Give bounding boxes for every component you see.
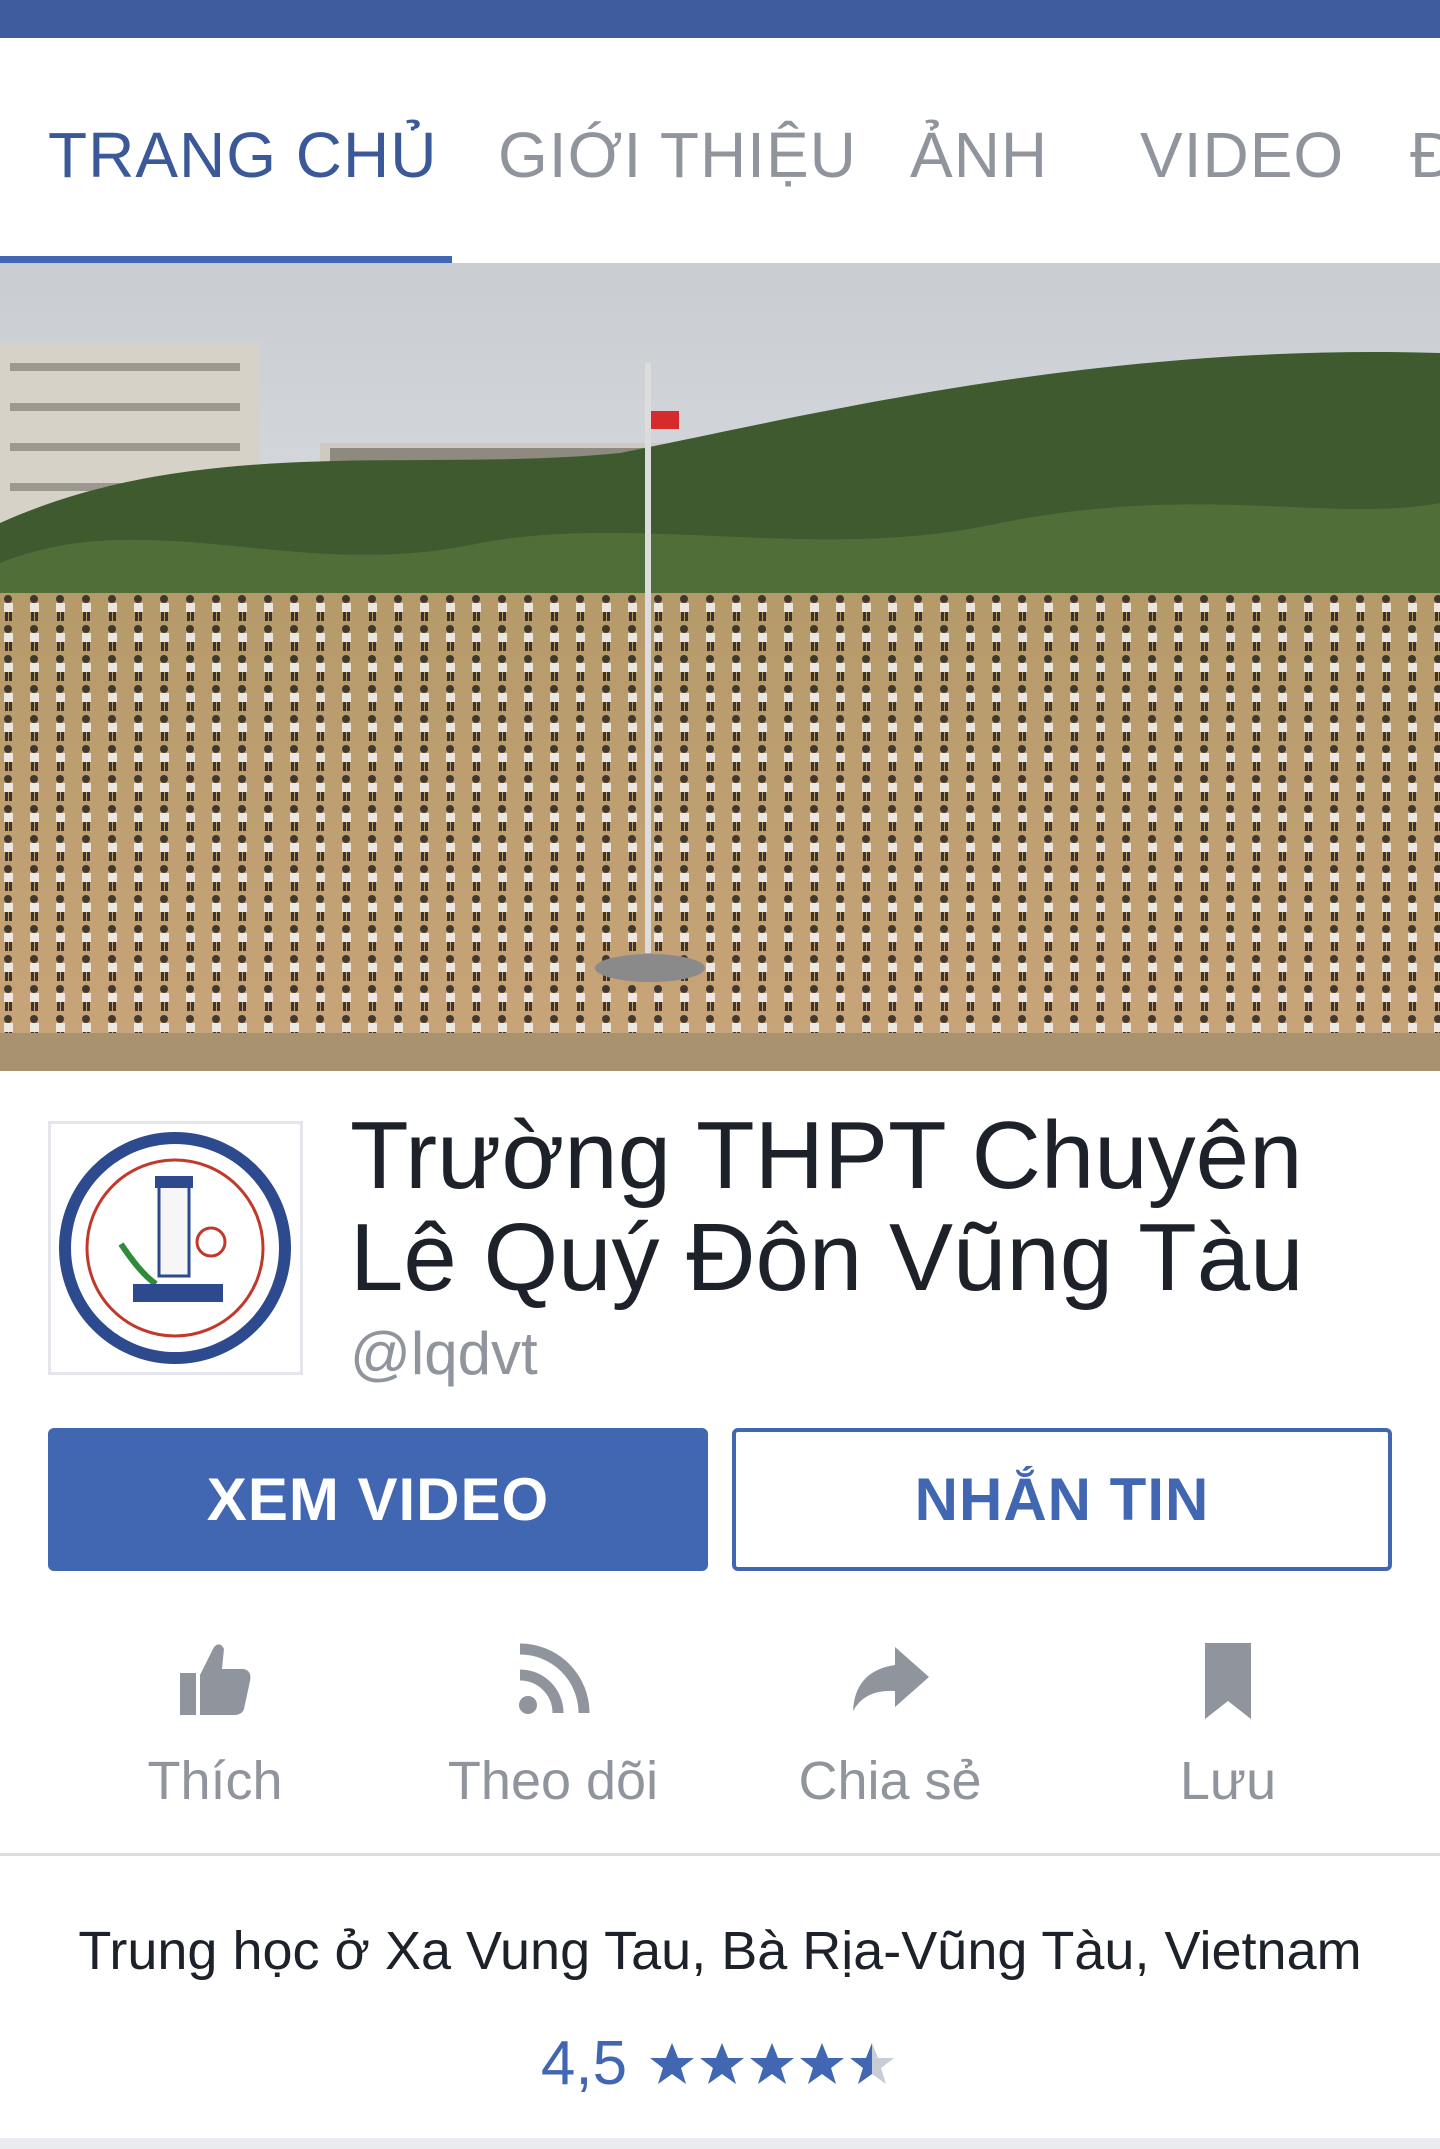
save-label: Lưu bbox=[1179, 1751, 1277, 1811]
page-title: Trường THPT Chuyên Lê Quý Đôn Vũng Tàu bbox=[350, 1102, 1304, 1311]
page-rating[interactable]: 4,5 bbox=[0, 2028, 1440, 2099]
tab-about[interactable]: GIỚI THIỆU bbox=[498, 118, 857, 192]
category-location: Trung học ở Xa Vung Tau, Bà Rịa-Vũng Tàu… bbox=[78, 1921, 1362, 1981]
page-username: @lqdvt bbox=[350, 1320, 538, 1387]
thumbs-up-icon bbox=[180, 1644, 251, 1715]
bottom-divider bbox=[0, 2138, 1440, 2149]
watch-video-button[interactable]: XEM VIDEO bbox=[48, 1428, 708, 1571]
star-icon bbox=[700, 2042, 745, 2084]
star-icon bbox=[850, 2042, 895, 2084]
like-label: Thích bbox=[147, 1751, 283, 1811]
page-action-bar: Thích Theo dõi Chia sẻ Lưu bbox=[0, 1620, 1440, 1855]
follow-label: Theo dõi bbox=[447, 1751, 659, 1811]
share-action[interactable]: Chia sẻ bbox=[720, 1620, 1060, 1855]
school-logo-icon bbox=[59, 1132, 291, 1364]
star-icon bbox=[750, 2042, 795, 2084]
follow-action[interactable]: Theo dõi bbox=[383, 1620, 723, 1855]
rating-stars bbox=[649, 2041, 899, 2087]
cover-photo[interactable] bbox=[0, 263, 1440, 1071]
save-action[interactable]: Lưu bbox=[1058, 1620, 1398, 1855]
status-bar-strip bbox=[0, 0, 1440, 38]
tab-photos[interactable]: ẢNH bbox=[910, 118, 1048, 192]
send-message-button[interactable]: NHẮN TIN bbox=[732, 1428, 1392, 1571]
share-arrow-icon bbox=[853, 1647, 929, 1711]
like-action[interactable]: Thích bbox=[45, 1620, 385, 1855]
rss-feed-icon bbox=[519, 1643, 590, 1714]
page-header: Trường THPT Chuyên Lê Quý Đôn Vũng Tàu @… bbox=[0, 1071, 1440, 1387]
page-profile-picture[interactable] bbox=[48, 1121, 303, 1375]
tab-videos[interactable]: VIDEO bbox=[1140, 118, 1344, 192]
tab-home[interactable]: TRANG CHỦ bbox=[48, 118, 437, 192]
bookmark-icon bbox=[1205, 1643, 1251, 1719]
section-divider bbox=[0, 1853, 1440, 1856]
cover-photo-illustration bbox=[0, 263, 1440, 1071]
active-tab-indicator bbox=[0, 256, 452, 263]
tab-more[interactable]: Đ bbox=[1410, 118, 1440, 192]
star-icon bbox=[650, 2042, 695, 2084]
share-label: Chia sẻ bbox=[798, 1751, 982, 1811]
page-tab-bar: TRANG CHỦ GIỚI THIỆU ẢNH VIDEO Đ bbox=[0, 38, 1440, 263]
rating-value: 4,5 bbox=[540, 2029, 628, 2098]
star-icon bbox=[800, 2042, 845, 2084]
